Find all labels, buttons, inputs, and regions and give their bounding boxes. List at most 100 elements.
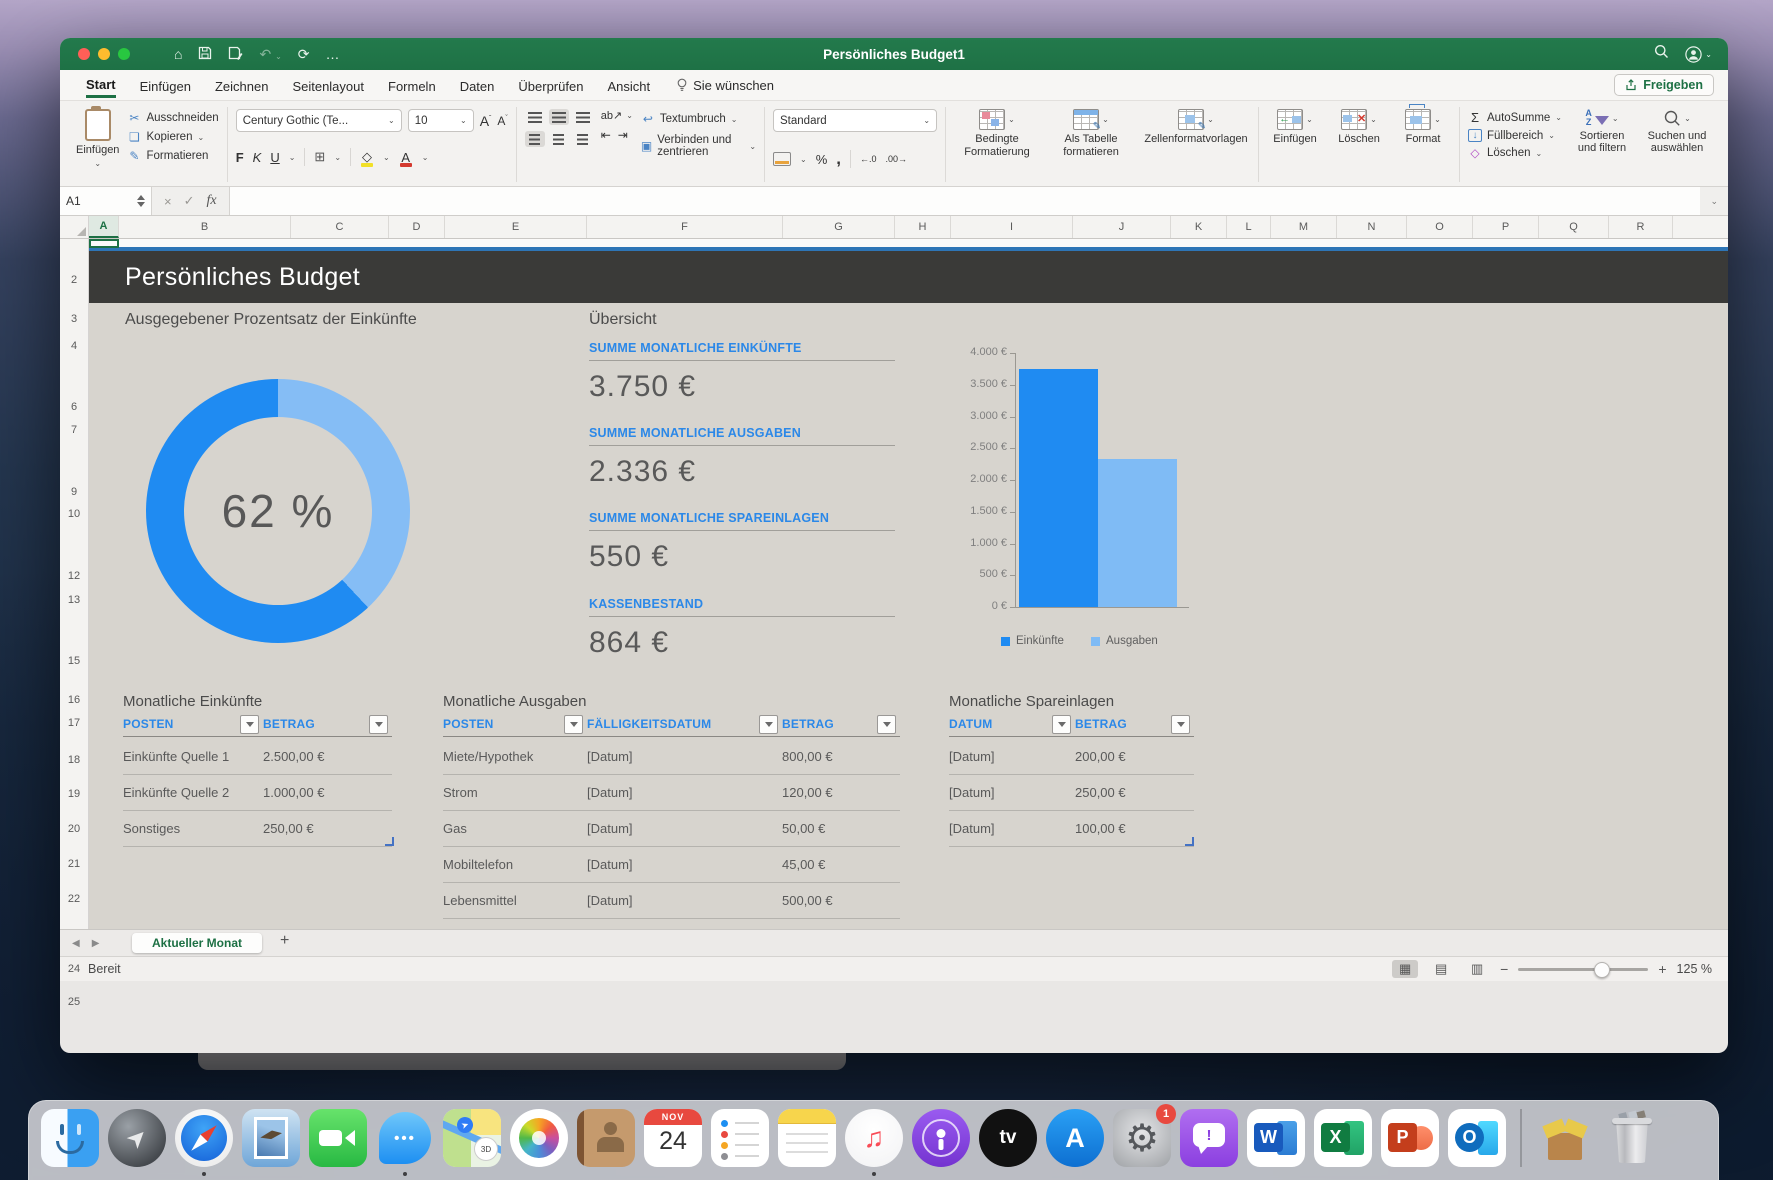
select-all-corner[interactable] <box>60 216 89 238</box>
font-color-button[interactable]: A <box>399 150 413 165</box>
clear-button[interactable]: ◇Löschen ⌄ <box>1468 146 1562 160</box>
align-middle-button[interactable] <box>549 109 569 125</box>
expenses-cell[interactable]: [Datum] <box>587 893 782 908</box>
expenses-cell[interactable]: [Datum] <box>587 821 782 836</box>
expenses-cell[interactable]: 800,00 € <box>782 749 900 764</box>
delete-cells-button[interactable]: ✕ ⌄ Löschen <box>1331 109 1387 145</box>
dock-maps[interactable]: ➤3D <box>443 1109 501 1167</box>
number-format-select[interactable]: Standard⌄ <box>773 109 937 132</box>
dock-mail[interactable] <box>242 1109 300 1167</box>
row-header-25[interactable]: 25 <box>60 996 88 1008</box>
savings-cell[interactable]: 250,00 € <box>1075 785 1194 800</box>
increase-decimal-button[interactable]: ←.0 <box>860 154 877 164</box>
column-header-G[interactable]: G <box>783 216 895 238</box>
row-header-7[interactable]: 7 <box>60 424 88 436</box>
dock-contacts[interactable] <box>577 1109 635 1167</box>
dock-podcasts[interactable] <box>912 1109 970 1167</box>
income-cell[interactable]: Einkünfte Quelle 2 <box>123 785 263 800</box>
column-header-Q[interactable]: Q <box>1539 216 1609 238</box>
income-cell[interactable]: 250,00 € <box>263 821 392 836</box>
income-cell[interactable]: 2.500,00 € <box>263 749 392 764</box>
column-header-I[interactable]: I <box>951 216 1073 238</box>
align-top-button[interactable] <box>525 109 545 125</box>
save-icon[interactable] <box>198 46 212 62</box>
home-icon[interactable]: ⌂ <box>174 47 182 61</box>
dock-launchpad[interactable]: ➤ <box>108 1109 166 1167</box>
orientation-button[interactable]: ab↗ <box>601 109 622 122</box>
dock-apple-tv[interactable]: tv <box>979 1109 1037 1167</box>
grow-font-button[interactable]: Aˆ <box>480 113 492 129</box>
save-as-icon[interactable] <box>228 46 243 62</box>
percent-style-button[interactable]: % <box>816 152 828 167</box>
zoom-slider[interactable] <box>1518 968 1648 971</box>
filter-button[interactable] <box>564 715 583 734</box>
row-header-13[interactable]: 13 <box>60 594 88 606</box>
income-cell[interactable]: Einkünfte Quelle 1 <box>123 749 263 764</box>
sheet-tab-active[interactable]: Aktueller Monat <box>132 933 262 953</box>
paste-button[interactable]: Einfügen ⌄ <box>76 109 119 169</box>
more-toolbar-icon[interactable]: … <box>326 47 340 61</box>
row-header-9[interactable]: 9 <box>60 486 88 498</box>
sort-filter-button[interactable]: AZ ⌄ Sortieren und filtern <box>1570 109 1634 154</box>
merge-center-button[interactable]: ▣Verbinden und zentrieren ⌄ <box>641 134 756 158</box>
prev-sheet-icon[interactable]: ◀ <box>72 938 80 949</box>
account-icon[interactable]: ⌄ <box>1685 46 1712 63</box>
dock-word[interactable]: W <box>1247 1109 1305 1167</box>
format-cells-button[interactable]: ⌄ Format <box>1395 109 1451 145</box>
dock-app-store[interactable]: A <box>1046 1109 1104 1167</box>
share-button[interactable]: Freigeben <box>1614 74 1714 96</box>
background-window-edge[interactable] <box>198 1052 846 1070</box>
font-size-select[interactable]: 10⌄ <box>408 109 474 132</box>
borders-button[interactable]: ⊞ <box>314 149 325 165</box>
menu-ansicht[interactable]: Ansicht <box>607 74 650 97</box>
conditional-formatting-button[interactable]: ⌄ Bedingte Formatierung <box>954 109 1040 158</box>
zoom-in-button[interactable]: + <box>1658 961 1666 977</box>
minimize-window-button[interactable] <box>98 48 110 60</box>
dock-feedback-assistant[interactable]: ! <box>1180 1109 1238 1167</box>
expenses-cell[interactable]: Miete/Hypothek <box>443 749 587 764</box>
dock-excel[interactable]: X <box>1314 1109 1372 1167</box>
row-header-22[interactable]: 22 <box>60 893 88 905</box>
row-header-4[interactable]: 4 <box>60 340 88 352</box>
currency-format-button[interactable] <box>773 152 791 166</box>
tell-me-assistant[interactable]: Sie wünschen <box>676 78 774 93</box>
align-bottom-button[interactable] <box>573 109 593 125</box>
dock-installer[interactable] <box>1536 1109 1594 1167</box>
row-header-6[interactable]: 6 <box>60 401 88 413</box>
expenses-cell[interactable]: [Datum] <box>587 749 782 764</box>
undo-icon[interactable]: ↶ ⌄ <box>259 47 281 61</box>
expenses-cell[interactable]: [Datum] <box>587 785 782 800</box>
table-resize-handle[interactable] <box>385 837 394 846</box>
close-window-button[interactable] <box>78 48 90 60</box>
column-header-L[interactable]: L <box>1227 216 1271 238</box>
column-header-D[interactable]: D <box>389 216 445 238</box>
row-header-3[interactable]: 3 <box>60 313 88 325</box>
savings-cell[interactable]: [Datum] <box>949 821 1075 836</box>
column-header-J[interactable]: J <box>1073 216 1171 238</box>
income-cell[interactable]: 1.000,00 € <box>263 785 392 800</box>
fill-color-button[interactable]: ◇ <box>360 149 374 165</box>
row-header-17[interactable]: 17 <box>60 717 88 729</box>
menu-einfuegen[interactable]: Einfügen <box>140 74 191 97</box>
italic-button[interactable]: K <box>253 150 262 165</box>
normal-view-button[interactable]: ▦ <box>1392 960 1418 978</box>
dock-outlook[interactable]: O <box>1448 1109 1506 1167</box>
savings-cell[interactable]: [Datum] <box>949 785 1075 800</box>
filter-button[interactable] <box>240 715 259 734</box>
column-header-M[interactable]: M <box>1271 216 1337 238</box>
dock-reminders[interactable] <box>711 1109 769 1167</box>
dock-music[interactable]: ♫ <box>845 1109 903 1167</box>
column-header-N[interactable]: N <box>1337 216 1407 238</box>
align-left-button[interactable] <box>525 131 545 147</box>
column-header-E[interactable]: E <box>445 216 587 238</box>
shrink-font-button[interactable]: Aˇ <box>497 114 507 128</box>
formula-input[interactable] <box>229 187 1701 215</box>
filter-button[interactable] <box>1171 715 1190 734</box>
row-header-21[interactable]: 21 <box>60 858 88 870</box>
income-cell[interactable]: Sonstiges <box>123 821 263 836</box>
dock-powerpoint[interactable]: P <box>1381 1109 1439 1167</box>
bar-ausgaben[interactable] <box>1098 459 1177 607</box>
legend-item-ausgaben[interactable]: Ausgaben <box>1091 635 1158 647</box>
filter-button[interactable] <box>1052 715 1071 734</box>
wrap-text-button[interactable]: ↩Textumbruch ⌄ <box>641 112 756 126</box>
